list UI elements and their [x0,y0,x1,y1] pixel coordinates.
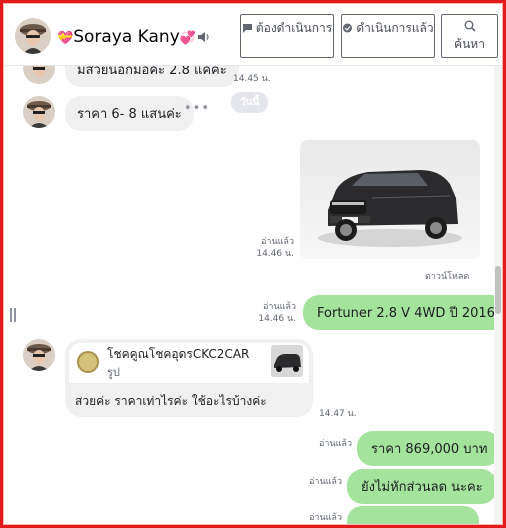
read-receipt: อ่านแล้ว 14.46 น. [234,236,294,260]
read-label: อ่านแล้ว [309,513,342,523]
read-label: อ่านแล้ว [261,237,294,247]
incoming-message: สวยค่ะ ราคาเท่าไรค่ะ ใช้อะไรบ้างค่ะ [75,394,267,408]
search-label: ค้นหา [454,37,485,51]
shared-post-card[interactable]: โชคคูณโชคอุดรCKC2CAR รูป สวยค่ะ ราคาเท่า… [65,339,313,417]
read-label: อ่านแล้ว [319,439,352,449]
message-time: 14.46 น. [256,249,294,259]
contact-avatar-small[interactable] [23,96,55,128]
done-label: ดำเนินการแล้ว [356,21,434,35]
incoming-message: ราคา 6- 8 แสนค่ะ [65,96,194,131]
outgoing-message: Fortuner 2.8 V 4WD ปี 2016 [303,295,494,330]
resize-handle-icon[interactable] [10,308,18,322]
car-photo[interactable] [300,140,480,259]
heart-emoji-icon: 💝 [57,31,74,46]
day-divider: วันนี้ [231,92,269,113]
shared-post-header[interactable]: โชคคูณโชคอุดรCKC2CAR รูป [69,343,309,383]
chat-header: 💝Soraya Kany💞 ต้องดำเนินการ ดำเนินการแล้… [4,4,502,66]
check-bubble-icon [342,22,353,38]
read-receipt: อ่านแล้ว [294,476,342,488]
speaker-icon[interactable] [197,30,211,44]
more-options-icon[interactable]: ••• [184,101,210,116]
done-button[interactable]: ดำเนินการแล้ว [341,14,435,58]
scrollbar-thumb[interactable] [495,266,501,314]
incoming-message: มีสวยนอกมือคะ 2.8 แคคะ [65,66,239,87]
shared-post-thumbnail [271,345,303,377]
contact-avatar-small[interactable] [23,339,55,371]
message-list[interactable]: มีสวยนอกมือคะ 2.8 แคคะ 14.45 น. ราคา 6- … [4,66,494,524]
search-icon [442,20,497,36]
read-receipt: อ่านแล้ว 14.46 น. [240,301,296,325]
page-logo-icon [77,351,99,373]
read-receipt: อ่านแล้ว [294,512,342,524]
outgoing-message [347,506,479,524]
read-label: อ่านแล้ว [309,477,342,487]
contact-name-text: Soraya Kany [73,27,180,47]
shared-post-title: โชคคูณโชคอุดรCKC2CAR [107,347,250,361]
contact-name: 💝Soraya Kany💞 [57,27,196,47]
chat-bubble-icon [242,22,253,38]
outgoing-message: ราคา 869,000 บาท [357,431,494,466]
search-button[interactable]: ค้นหา [441,14,498,58]
to-do-label: ต้องดำเนินการ [255,21,333,35]
sparkling-heart-emoji-icon: 💞 [179,31,196,46]
read-receipt: อ่านแล้ว [304,438,352,450]
message-time: 14.46 น. [258,314,296,324]
to-do-button[interactable]: ต้องดำเนินการ [240,14,334,58]
message-time: 14.45 น. [233,74,271,84]
scrollbar[interactable] [494,66,502,524]
download-link[interactable]: ดาวน์โหลด [425,269,469,283]
contact-avatar[interactable] [15,18,51,54]
shared-post-subtitle: รูป [107,366,120,379]
outgoing-message: ยังไม่หักส่วนลด นะคะ [347,469,494,504]
message-time: 14.47 น. [319,409,357,419]
read-label: อ่านแล้ว [263,302,296,312]
contact-avatar-small[interactable] [23,66,55,84]
